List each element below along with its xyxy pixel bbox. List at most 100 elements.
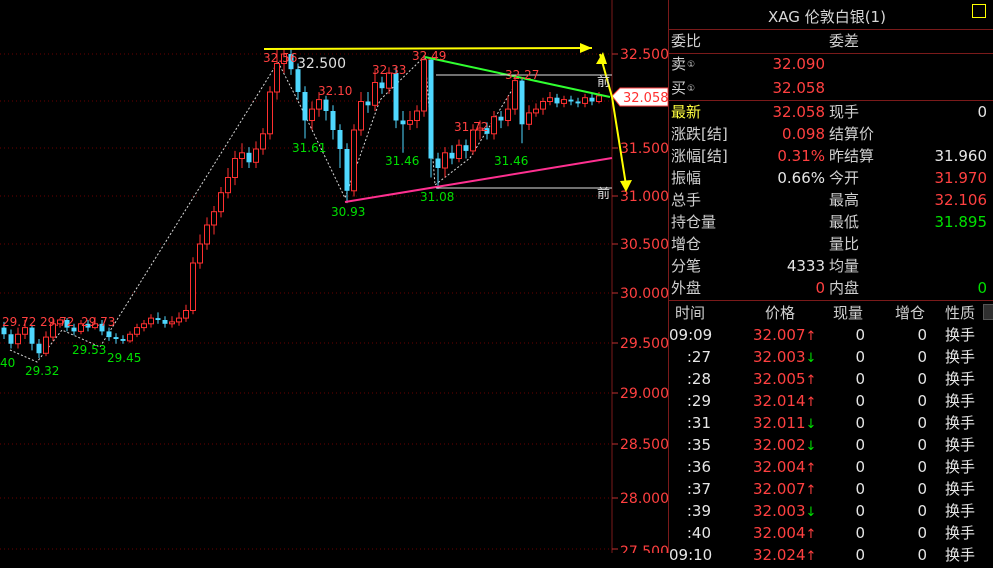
tick-type: 换手 [945, 524, 976, 542]
price-axis: 32.500 31.500 31.000 30.500 30.000 29.50… [612, 47, 668, 553]
candle-body [113, 337, 119, 339]
window-toggle-icon[interactable] [972, 4, 986, 18]
tick-row[interactable]: :29 32.014↑ 0 0 换手 [669, 390, 993, 412]
tick-price: 32.007↑ [753, 326, 817, 344]
candlestick-chart[interactable]: 32.500 31.500 31.000 30.500 30.000 29.50… [0, 0, 668, 553]
tick-time: :28 [686, 370, 711, 388]
chicang-label: 持仓量 [671, 213, 717, 231]
candle-body [155, 318, 161, 320]
tick-row[interactable]: 09:09 32.007↑ 0 0 换手 [669, 324, 993, 346]
xianshou-label: 现手 [829, 103, 860, 121]
tick-price: 32.005↑ [753, 370, 817, 388]
candle-body [421, 59, 427, 112]
tick-row[interactable]: :31 32.011↓ 0 0 换手 [669, 412, 993, 434]
tick-increase: 0 [917, 370, 927, 388]
tick-time: :36 [686, 458, 711, 476]
zuigao-value: 32.106 [934, 191, 988, 209]
quote-header: XAG 伦敦白银(1) [669, 0, 993, 30]
tick-row[interactable]: :40 32.004↑ 0 0 换手 [669, 522, 993, 544]
annotation-label: 32.10 [318, 84, 352, 98]
candle-body [134, 327, 140, 335]
annotation-label: 31.46 [385, 154, 419, 168]
buy-row[interactable]: 买① 32.058 [669, 77, 993, 99]
tick-volume: 0 [855, 546, 865, 564]
candle-body [162, 320, 168, 324]
xianshou-value: 0 [977, 103, 987, 121]
tick-price: 32.003↓ [753, 348, 817, 366]
tick-increase: 0 [917, 392, 927, 410]
circle-one-icon: ① [687, 60, 696, 70]
candle-body [379, 82, 385, 89]
tick-type: 换手 [945, 480, 976, 498]
candle-body [36, 343, 42, 354]
candle-body [589, 97, 595, 102]
jiesuan-label: 结算价 [829, 125, 875, 143]
candle-body [582, 97, 588, 104]
candle-body [526, 112, 532, 125]
tick-type: 换手 [945, 502, 976, 520]
junliang-label: 均量 [829, 257, 860, 275]
tick-row[interactable]: :27 32.003↓ 0 0 换手 [669, 346, 993, 368]
chart-canvas[interactable]: 32.500 31.500 31.000 30.500 30.000 29.50… [0, 0, 668, 553]
zengcang-label: 增仓 [671, 235, 702, 253]
zhenfu-label: 振幅 [671, 169, 702, 187]
candle-body [43, 336, 49, 354]
arrow-up-icon: ↑ [805, 395, 817, 410]
tick-time: :27 [686, 348, 711, 366]
tick-type: 换手 [945, 326, 976, 344]
tick-volume: 0 [855, 480, 865, 498]
annotation-label: 29.53 [72, 343, 106, 357]
tick-scrollbar[interactable] [983, 302, 993, 553]
tick-row[interactable]: :39 32.003↓ 0 0 换手 [669, 500, 993, 522]
scrollbar-thumb[interactable] [983, 304, 993, 320]
price-tick-label: 29.000 [620, 386, 668, 402]
zuidi-value: 31.895 [934, 213, 988, 231]
candle-body [232, 158, 238, 178]
tick-row[interactable]: :37 32.007↑ 0 0 换手 [669, 478, 993, 500]
annotation-label: 32.49 [412, 49, 446, 63]
zuojiesuan-value: 31.960 [934, 147, 988, 165]
zhangfu-label: 涨幅[结] [671, 147, 728, 165]
tick-row[interactable]: 09:10 32.024↑ 0 0 换手 [669, 544, 993, 566]
tick-col-type: 性质 [945, 304, 976, 322]
tick-time: :37 [686, 480, 711, 498]
candle-body [435, 158, 441, 168]
sell-label: 卖① [671, 55, 696, 73]
annotation-label: 29.32 [25, 364, 59, 378]
tick-increase: 0 [917, 546, 927, 564]
arrow-down-icon: ↓ [805, 439, 817, 454]
tick-type: 换手 [945, 392, 976, 410]
tick-price: 32.004↑ [753, 524, 817, 542]
candle-body [365, 101, 371, 106]
tick-time: :40 [686, 524, 711, 542]
stats-row: 增仓 量比 [669, 233, 993, 255]
candle-body [505, 108, 511, 121]
candle-body [407, 120, 413, 125]
stats-row: 分笔 4333 均量 [669, 255, 993, 277]
candle-body [596, 95, 602, 103]
annotation-label: 32.27 [505, 68, 539, 82]
candle-body [449, 152, 455, 159]
candle-body [316, 99, 322, 110]
tick-price: 32.014↑ [753, 392, 817, 410]
tick-row[interactable]: :28 32.005↑ 0 0 换手 [669, 368, 993, 390]
annotation-label: 32.56 [263, 51, 297, 65]
tick-increase: 0 [917, 326, 927, 344]
latest-label: 最新 [671, 103, 702, 121]
candle-body [141, 323, 147, 329]
zongshou-label: 总手 [671, 191, 702, 209]
sell-row[interactable]: 卖① 32.090 [669, 53, 993, 75]
arrow-head-up [596, 52, 607, 64]
tick-volume: 0 [855, 370, 865, 388]
tick-price: 32.004↑ [753, 458, 817, 476]
waipan-label: 外盘 [671, 279, 702, 297]
candle-body [260, 133, 266, 150]
candle-body [428, 59, 434, 159]
neipan-value: 0 [977, 279, 987, 297]
tick-volume: 0 [855, 326, 865, 344]
tick-row[interactable]: :35 32.002↓ 0 0 换手 [669, 434, 993, 456]
tick-row[interactable]: :36 32.004↑ 0 0 换手 [669, 456, 993, 478]
candle-body [8, 334, 14, 344]
price-tick-label: 28.500 [620, 437, 668, 453]
tick-volume: 0 [855, 436, 865, 454]
